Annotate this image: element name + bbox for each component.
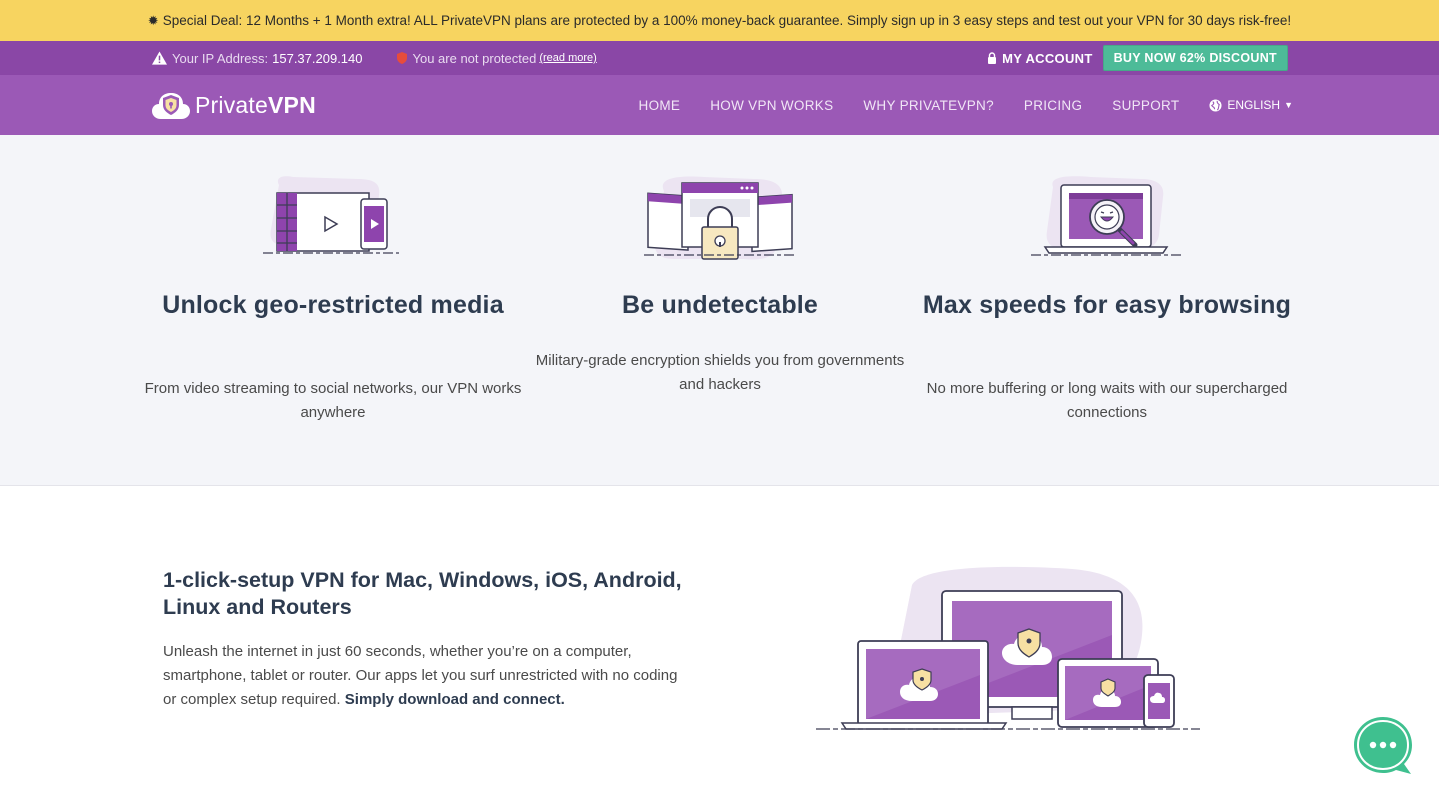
nav-item-how-vpn-works[interactable]: HOW VPN WORKS [710,98,833,113]
features-section: Unlock geo-restricted media From video s… [0,135,1439,486]
nav-item-pricing[interactable]: PRICING [1024,98,1082,113]
promo-text: Special Deal: 12 Months + 1 Month extra!… [162,13,1292,28]
devices-illustration [816,566,1200,730]
my-account-link[interactable]: MY ACCOUNT [987,51,1092,66]
feature-card-undetectable: Be undetectable Military-grade encryptio… [530,135,910,486]
padlock-browser-icon [644,176,794,260]
logo[interactable]: PrivateVPN [152,89,316,121]
promo-banner: ✹ Special Deal: 12 Months + 1 Month extr… [0,0,1439,41]
globe-icon [1209,98,1222,112]
setup-title: 1-click-setup VPN for Mac, Windows, iOS,… [163,568,682,619]
lock-icon [988,52,997,64]
feature-card-speed: Max speeds for easy browsing No more buf… [917,135,1297,486]
main-nav: PrivateVPN HOME HOW VPN WORKS WHY PRIVAT… [0,75,1439,135]
buy-now-button[interactable]: BUY NOW 62% DISCOUNT [1102,45,1288,71]
nav-item-home[interactable]: HOME [639,98,681,113]
info-bar: Your IP Address: 157.37.209.140 You are … [0,41,1439,75]
feature-text: Military-grade encryption shields you fr… [535,352,905,393]
feature-text: No more buffering or long waits with our… [926,380,1288,421]
logo-text: PrivateVPN [195,91,316,118]
nav-menu: HOME HOW VPN WORKS WHY PRIVATEVPN? PRICI… [609,75,1293,135]
feature-card-media: Unlock geo-restricted media From video s… [143,135,523,486]
language-selector[interactable]: ENGLISH ▼ [1209,98,1293,112]
read-more-link[interactable]: (read more) [539,52,596,64]
my-account-label: MY ACCOUNT [1002,50,1093,66]
nav-item-why-privatevpn[interactable]: WHY PRIVATEVPN? [863,98,994,113]
shield-alert-icon [396,52,407,64]
feature-title: Max speeds for easy browsing [922,291,1292,319]
feature-title: Unlock geo-restricted media [162,291,504,319]
chat-bubble-icon[interactable] [1352,715,1414,777]
nav-item-support[interactable]: SUPPORT [1112,98,1179,113]
feature-text: From video streaming to social networks,… [144,380,522,421]
speed-magnifier-icon [1031,176,1181,256]
feature-title: Be undetectable [621,291,819,319]
starburst-icon: ✹ [147,12,159,28]
caret-down-icon: ▼ [1284,100,1293,110]
protection-status: You are not protected [412,50,537,66]
warning-icon [152,51,167,65]
setup-body: Unleash the internet in just 60 seconds,… [163,643,678,708]
video-devices-icon [263,176,399,254]
ip-label: Your IP Address: [172,50,269,66]
ip-address: 157.37.209.140 [272,50,363,66]
setup-body-bold: Simply download and connect. [344,691,565,708]
logo-cloud-shield-icon [152,93,190,119]
language-label: ENGLISH [1227,98,1281,112]
